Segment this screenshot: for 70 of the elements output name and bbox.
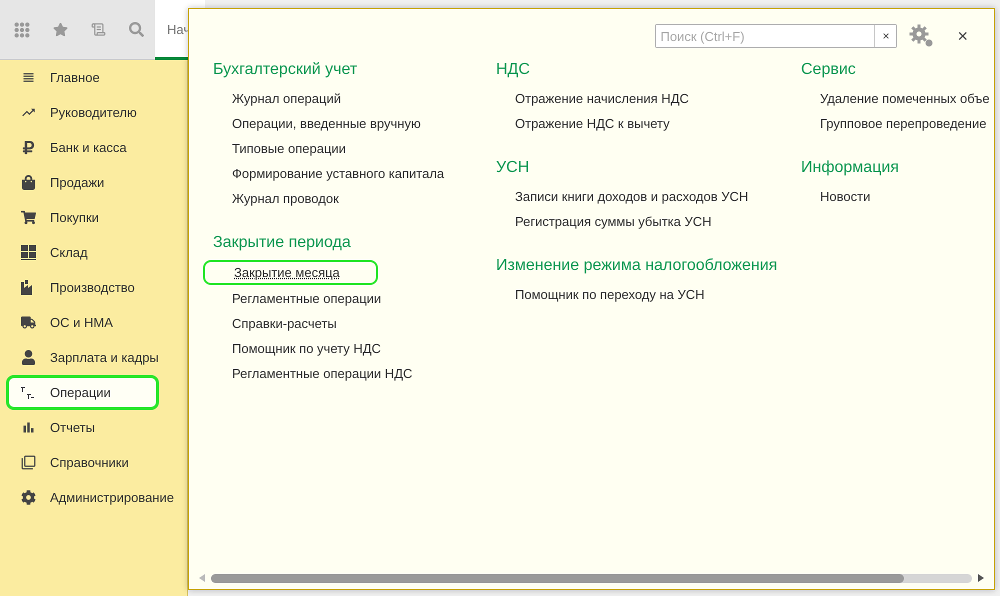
sidebar-item[interactable]: Справочники [0,445,187,480]
clear-button[interactable]: × [874,25,896,47]
sidebar-item[interactable]: Покупки [0,200,187,235]
scroll-icon[interactable] [90,22,106,38]
sidebar-item-label: Продажи [50,175,104,190]
sidebar-item-label: Администрирование [50,490,174,505]
menu-link[interactable]: Регламентные операции НДС [232,361,412,386]
sidebar-item-label: Склад [50,245,88,260]
group-title: Бухгалтерский учет [213,60,358,80]
group-title: Информация [801,158,900,178]
menu-link[interactable]: Групповое перепроведение [820,111,986,136]
person-icon [20,350,36,366]
menu-link[interactable]: Отражение начисления НДС [515,86,689,111]
sidebar-item-label: Отчеты [50,420,95,435]
star-icon[interactable] [52,22,68,38]
sidebar-item[interactable]: Продажи [0,165,187,200]
group-title: Изменение режима налогообложения [496,256,778,276]
sidebar-item-label: Банк и касса [50,140,127,155]
menu-link[interactable]: Помощник по учету НДС [232,336,381,361]
ruble-icon [20,140,36,156]
sidebar-item[interactable]: Руководителю [0,95,187,130]
menu-link[interactable]: Удаление помеченных объе [820,86,990,111]
apps-grid-icon[interactable] [14,22,30,38]
settings-icon[interactable] [909,24,936,48]
menu-link[interactable]: Отражение НДС к вычету [515,111,670,136]
sidebar-item[interactable]: Склад [0,235,187,270]
bag-icon [20,174,36,190]
sidebar-item-label: Главное [50,70,100,85]
sidebar-item-label: Зарплата и кадры [50,350,159,365]
sidebar-item[interactable]: Производство [0,270,187,305]
menu-link[interactable]: Закрытие месяца [203,260,378,285]
sidebar-item-label: Производство [50,280,135,295]
menu-link[interactable]: Записи книги доходов и расходов УСН [515,184,748,209]
menu-link[interactable]: Журнал операций [232,86,341,111]
grid-icon [20,244,36,260]
debit-credit-icon [20,384,36,400]
group-title: УСН [496,158,530,178]
search-icon[interactable] [128,22,144,38]
sidebar-item[interactable]: Отчеты [0,410,187,445]
sidebar-item-label: Руководителю [50,105,137,120]
menu-link[interactable]: Новости [820,184,870,209]
sidebar-item-label: Покупки [50,210,99,225]
cart-icon [20,210,36,226]
menu-link[interactable]: Регламентные операции [232,286,382,311]
scroll-left-icon[interactable] [199,574,205,582]
sidebar-item[interactable]: Банк и касса [0,130,187,165]
sidebar-item[interactable]: ОС и НМА [0,305,187,340]
sidebar-item[interactable]: Зарплата и кадры [0,340,187,375]
settings-icon [20,490,36,506]
truck-icon [20,314,36,330]
sidebar-item[interactable]: Администрирование [0,480,187,515]
menu-link[interactable]: Помощник по переходу на УСН [515,282,705,307]
sidebar-item[interactable]: Главное [0,60,187,95]
group-title: НДС [496,60,531,80]
sidebar-item-label: Справочники [50,455,129,470]
sidebar-item-label: ОС и НМА [50,315,113,330]
close-button[interactable]: × [953,26,972,46]
documents-icon [20,454,36,470]
search-field[interactable]: Поиск (Ctrl+F) × [655,24,898,48]
group-title: Закрытие периода [213,233,352,253]
sidebar-item[interactable]: Операции [6,375,159,410]
menu-link[interactable]: Журнал проводок [232,186,339,211]
sidebar-item-label: Операции [50,385,111,400]
group-title: Сервис [801,60,857,80]
menu-link[interactable]: Типовые операции [232,136,346,161]
scroll-right-icon[interactable] [978,574,984,582]
menu-link[interactable]: Операции, введенные вручную [232,111,421,136]
menu-link[interactable]: Регистрация суммы убытка УСН [515,209,712,234]
menu-link[interactable]: Справки-расчеты [232,311,337,336]
menu-link[interactable]: Формирование уставного капитала [232,161,444,186]
